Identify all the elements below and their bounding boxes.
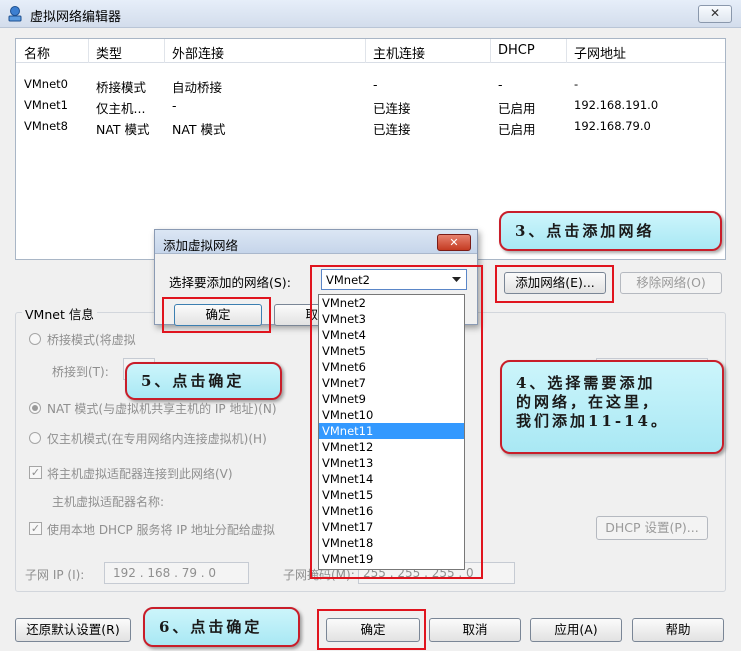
use-dhcp-label: 使用本地 DHCP 服务将 IP 地址分配给虚拟 [47, 523, 275, 537]
dialog-title-bar: 添加虚拟网络 ✕ [155, 230, 477, 254]
column-host[interactable]: 主机连接 [373, 43, 425, 62]
vmnet-info-label: VMnet 信息 [22, 304, 97, 323]
title-bar: 虚拟网络编辑器 ✕ [0, 0, 741, 28]
bridged-radio[interactable] [29, 333, 41, 345]
network-list-header: 名称 类型 外部连接 主机连接 DHCP 子网地址 [16, 39, 725, 63]
dialog-close-button[interactable]: ✕ [437, 234, 471, 251]
cancel-button[interactable]: 取消 [429, 618, 521, 642]
column-subnet[interactable]: 子网地址 [574, 43, 626, 62]
ok-highlight [317, 609, 426, 650]
table-row[interactable]: VMnet1 仅主机... - 已连接 已启用 192.168.191.0 [16, 96, 725, 117]
host-only-label: 仅主机模式(在专用网络内连接虚拟机)(H) [47, 432, 267, 446]
column-dhcp[interactable]: DHCP [498, 43, 535, 58]
nat-radio[interactable] [29, 402, 41, 414]
host-only-radio[interactable] [29, 432, 41, 444]
bridged-label: 桥接模式(将虚拟 [47, 333, 136, 347]
column-external[interactable]: 外部连接 [172, 43, 224, 62]
apply-button[interactable]: 应用(A) [530, 618, 622, 642]
help-button[interactable]: 帮助 [632, 618, 724, 642]
connect-adapter-label: 将主机虚拟适配器连接到此网络(V) [47, 467, 233, 481]
nat-label: NAT 模式(与虚拟机共享主机的 IP 地址)(N) [47, 402, 277, 416]
dialog-title: 添加虚拟网络 [163, 238, 239, 253]
table-row[interactable]: VMnet0 桥接模式 自动桥接 - - - [16, 75, 725, 96]
subnet-ip-label: 子网 IP (I): [25, 568, 85, 582]
select-network-label: 选择要添加的网络(S): [169, 275, 291, 290]
callout-step3: 3、点击添加网络 [499, 211, 722, 251]
network-editor-icon [8, 6, 22, 22]
connect-adapter-checkbox[interactable]: ✓ [29, 466, 42, 479]
adapter-name-label: 主机虚拟适配器名称: [52, 495, 165, 509]
column-type[interactable]: 类型 [96, 43, 122, 62]
remove-network-button[interactable]: 移除网络(O) [620, 272, 722, 294]
callout-step4: 4、选择需要添加 的网络，在这里， 我们添加11-14。 [500, 360, 724, 454]
window-close-button[interactable]: ✕ [698, 5, 732, 23]
column-name[interactable]: 名称 [24, 43, 50, 62]
table-row[interactable]: VMnet8 NAT 模式 NAT 模式 已连接 已启用 192.168.79.… [16, 117, 725, 138]
dropdown-highlight [310, 265, 483, 579]
subnet-ip-field[interactable]: 192 . 168 . 79 . 0 [104, 562, 249, 584]
use-dhcp-checkbox[interactable]: ✓ [29, 522, 42, 535]
window-title: 虚拟网络编辑器 [30, 10, 122, 25]
callout-step6: 6、点击确定 [143, 607, 300, 647]
add-network-highlight [495, 265, 614, 303]
dialog-ok-highlight [162, 297, 271, 333]
dhcp-settings-button[interactable]: DHCP 设置(P)... [596, 516, 708, 540]
restore-defaults-button[interactable]: 还原默认设置(R) [15, 618, 131, 642]
bridge-to-label: 桥接到(T): [52, 365, 109, 379]
callout-step5: 5、点击确定 [125, 362, 282, 400]
